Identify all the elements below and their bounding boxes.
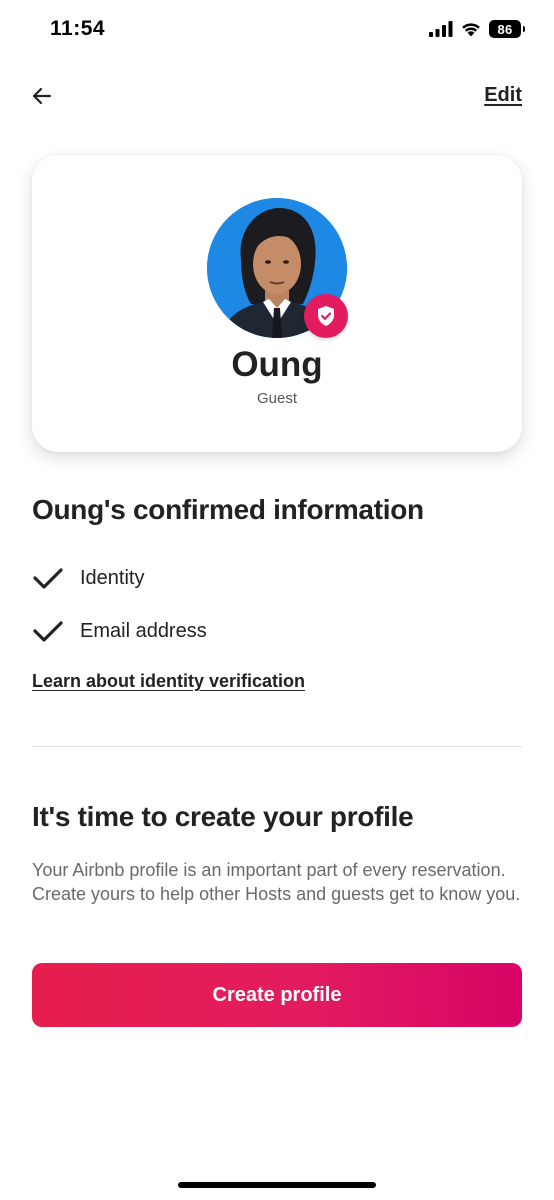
status-icons: 86: [429, 20, 525, 38]
back-button[interactable]: [28, 82, 56, 110]
arrow-left-icon: [32, 87, 52, 105]
cellular-signal-icon: [429, 21, 453, 37]
learn-identity-verification-link[interactable]: Learn about identity verification: [32, 671, 305, 692]
confirmed-item-label: Email address: [80, 619, 207, 642]
profile-screen: 11:54 86 Edit Oung Guest Oung's confirme…: [0, 0, 554, 1200]
shield-check-icon: [318, 306, 334, 326]
profile-card: Oung Guest: [32, 155, 522, 452]
battery-level: 86: [497, 21, 513, 37]
status-time: 11:54: [50, 17, 106, 40]
confirmed-item-identity: Identity: [32, 562, 144, 594]
confirmed-item-email: Email address: [32, 615, 207, 647]
battery-icon: 86: [489, 20, 525, 38]
status-bar: 11:54 86: [0, 0, 554, 60]
profile-name: Oung: [231, 345, 323, 384]
edit-link[interactable]: Edit: [484, 84, 522, 107]
confirmed-info-heading: Oung's confirmed information: [32, 494, 424, 525]
create-profile-button[interactable]: Create profile: [32, 963, 522, 1027]
confirmed-item-label: Identity: [80, 566, 145, 589]
profile-role: Guest: [256, 390, 298, 407]
verified-badge: [304, 294, 348, 338]
wifi-icon: [462, 23, 480, 37]
checkmark-icon: [32, 615, 64, 647]
create-profile-description: Your Airbnb profile is an important part…: [32, 860, 521, 904]
checkmark-icon: [32, 562, 64, 594]
home-indicator[interactable]: [178, 1182, 376, 1188]
create-profile-heading: It's time to create your profile: [32, 801, 414, 832]
section-divider: [32, 746, 522, 747]
